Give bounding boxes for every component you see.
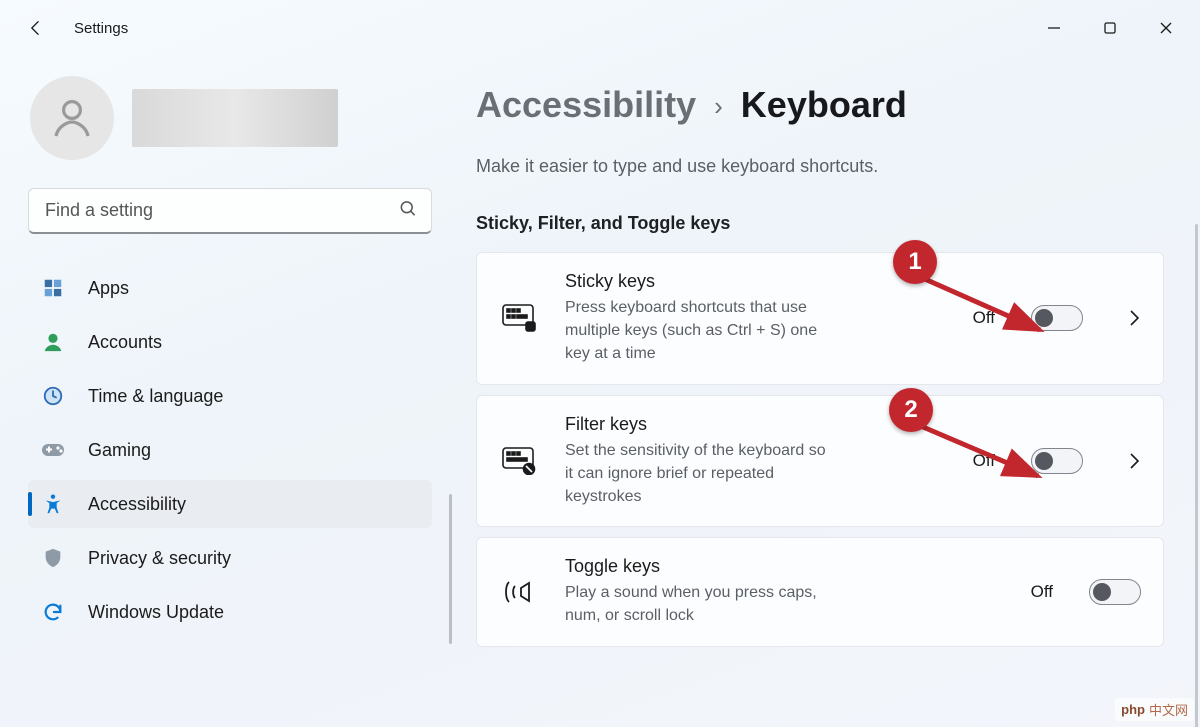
card-title: Toggle keys [565,556,835,577]
nav-list: Apps Accounts Time & language Gaming Acc… [24,264,432,636]
breadcrumb: Accessibility › Keyboard [476,84,1164,126]
search-icon [398,199,418,224]
nav-label: Accessibility [88,494,186,515]
app-title: Settings [74,20,128,37]
nav-label: Gaming [88,440,151,461]
watermark-logo: php [1121,702,1145,717]
nav-item-apps[interactable]: Apps [28,264,432,312]
nav-item-windows-update[interactable]: Windows Update [28,588,432,636]
annotation-arrow-1 [910,268,1060,348]
avatar [30,76,114,160]
nav-item-privacy-security[interactable]: Privacy & security [28,534,432,582]
chevron-right-icon: › [714,91,723,122]
card-filter-keys[interactable]: Filter keys Set the sensitivity of the k… [476,395,1164,528]
close-button[interactable] [1138,8,1194,48]
search-input[interactable] [28,188,432,234]
minimize-button[interactable] [1026,8,1082,48]
toggle-keys-icon [499,578,539,606]
nav-label: Privacy & security [88,548,231,569]
content-area: Accessibility › Keyboard Make it easier … [456,56,1200,727]
annotation-arrow-2 [908,416,1058,496]
filter-keys-icon [499,447,539,475]
annotation-badge-2: 2 [889,388,933,432]
title-bar: Settings [0,0,1200,56]
profile-block[interactable] [24,76,432,160]
toggle-keys-toggle[interactable] [1089,579,1141,605]
accounts-icon [40,329,66,355]
nav-label: Apps [88,278,129,299]
card-description: Play a sound when you press caps, num, o… [565,581,835,627]
gaming-icon [40,437,66,463]
card-title: Filter keys [565,414,835,435]
content-scrollbar[interactable] [1195,224,1198,727]
search-container [28,188,432,234]
section-heading: Sticky, Filter, and Toggle keys [476,213,1164,234]
watermark-text: 中文网 [1149,700,1188,719]
toggle-state-label: Off [1031,582,1053,602]
window-controls [1026,8,1194,48]
card-description: Press keyboard shortcuts that use multip… [565,296,835,366]
annotation-badge-1: 1 [893,240,937,284]
nav-label: Windows Update [88,602,224,623]
chevron-right-icon[interactable] [1127,451,1141,471]
accessibility-icon [40,491,66,517]
page-title: Keyboard [741,84,907,126]
time-language-icon [40,383,66,409]
back-button[interactable] [16,8,56,48]
watermark: php 中文网 [1115,698,1194,721]
nav-label: Accounts [88,332,162,353]
card-description: Set the sensitivity of the keyboard so i… [565,439,835,509]
chevron-right-icon[interactable] [1127,308,1141,328]
card-title: Sticky keys [565,271,835,292]
nav-label: Time & language [88,386,223,407]
apps-icon [40,275,66,301]
maximize-button[interactable] [1082,8,1138,48]
breadcrumb-parent[interactable]: Accessibility [476,84,696,126]
privacy-security-icon [40,545,66,571]
nav-item-accessibility[interactable]: Accessibility [28,480,432,528]
card-sticky-keys[interactable]: Sticky keys Press keyboard shortcuts tha… [476,252,1164,385]
sticky-keys-icon [499,304,539,332]
sidebar: Apps Accounts Time & language Gaming Acc… [0,56,456,727]
sidebar-scrollbar[interactable] [449,494,452,644]
nav-item-time-language[interactable]: Time & language [28,372,432,420]
card-toggle-keys[interactable]: Toggle keys Play a sound when you press … [476,537,1164,646]
nav-item-accounts[interactable]: Accounts [28,318,432,366]
profile-name-redacted [132,89,338,147]
page-subtitle: Make it easier to type and use keyboard … [476,156,1164,177]
nav-item-gaming[interactable]: Gaming [28,426,432,474]
windows-update-icon [40,599,66,625]
